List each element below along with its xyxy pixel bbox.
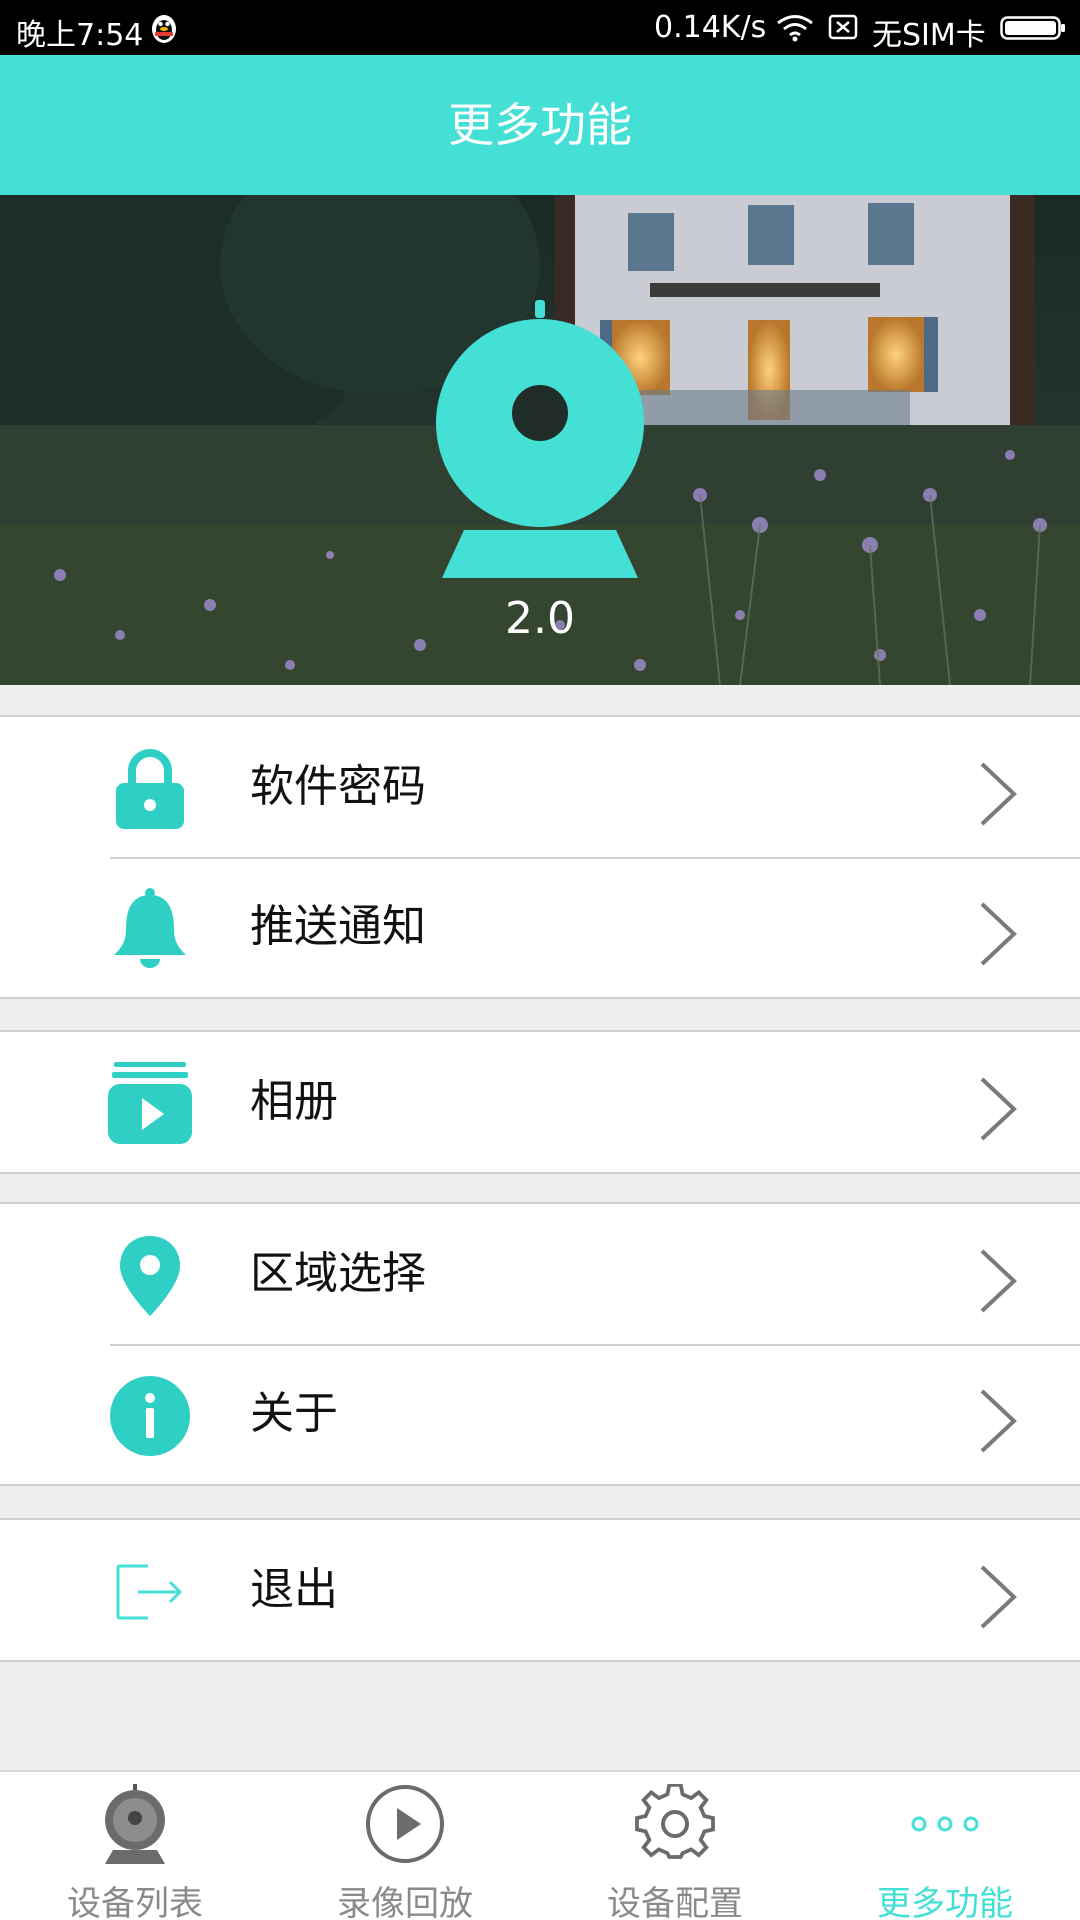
play-circle-icon [366, 1785, 444, 1863]
chevron-right-icon [980, 1565, 1017, 1629]
bell-icon [114, 888, 186, 968]
chevron-right-icon [980, 1077, 1017, 1141]
menu-item-label: 软件密码 [250, 761, 426, 812]
gear-icon [635, 1784, 715, 1859]
menu-item-label: 退出 [250, 1564, 338, 1615]
menu-item-software-password[interactable]: 软件密码 [0, 717, 1080, 857]
page-title: 更多功能 [448, 98, 632, 152]
battery-icon [1000, 16, 1065, 40]
chevron-right-icon [980, 1249, 1017, 1313]
menu-group-security: 软件密码 推送通知 [0, 715, 1080, 999]
menu-item-about[interactable]: 关于 [0, 1344, 1080, 1484]
menu-item-label: 相册 [250, 1076, 338, 1127]
album-play-icon [108, 1062, 192, 1144]
camera-logo-icon [436, 300, 644, 578]
menu-item-logout[interactable]: 退出 [0, 1520, 1080, 1660]
tab-device-list[interactable]: 设备列表 [0, 1772, 270, 1920]
menu-group-album: 相册 [0, 1030, 1080, 1174]
sim-status: 无SIM卡 [872, 18, 986, 53]
tab-label: 设备配置 [607, 1884, 743, 1920]
tab-playback[interactable]: 录像回放 [270, 1772, 540, 1920]
menu-item-region-select[interactable]: 区域选择 [0, 1204, 1080, 1344]
lock-icon [116, 749, 184, 829]
tab-device-config[interactable]: 设备配置 [540, 1772, 810, 1920]
menu-group-settings: 区域选择 关于 [0, 1202, 1080, 1486]
status-time: 晚上7:54 [16, 18, 144, 53]
network-speed: 0.14K/s [654, 10, 767, 45]
info-icon [110, 1376, 190, 1456]
bottom-nav: 设备列表 录像回放 设备配置 更多功能 [0, 1770, 1080, 1920]
app-header: 更多功能 [0, 55, 1080, 195]
banner: 2.0 [0, 195, 1080, 685]
menu-group-logout: 退出 [0, 1518, 1080, 1662]
menu-item-album[interactable]: 相册 [0, 1032, 1080, 1172]
app-version: 2.0 [505, 593, 575, 644]
logout-icon [116, 1564, 183, 1620]
menu-item-label: 关于 [250, 1388, 338, 1439]
chevron-right-icon [980, 1389, 1017, 1453]
qq-icon [152, 15, 176, 43]
tab-more[interactable]: 更多功能 [810, 1772, 1080, 1920]
menu-item-label: 推送通知 [250, 901, 426, 952]
wifi-icon [777, 15, 813, 42]
tab-label: 更多功能 [877, 1884, 1013, 1920]
no-sim-icon [828, 14, 858, 40]
more-dots-icon [911, 1816, 979, 1832]
tab-label: 设备列表 [67, 1884, 203, 1920]
menu-item-label: 区域选择 [250, 1248, 426, 1299]
camera-icon [105, 1784, 165, 1864]
location-pin-icon [120, 1236, 180, 1316]
menu-item-push-notification[interactable]: 推送通知 [0, 857, 1080, 997]
chevron-right-icon [980, 762, 1017, 826]
tab-label: 录像回放 [337, 1884, 473, 1920]
status-bar: 晚上7:54 0.14K/s 无SIM卡 [0, 0, 1080, 55]
chevron-right-icon [980, 902, 1017, 966]
